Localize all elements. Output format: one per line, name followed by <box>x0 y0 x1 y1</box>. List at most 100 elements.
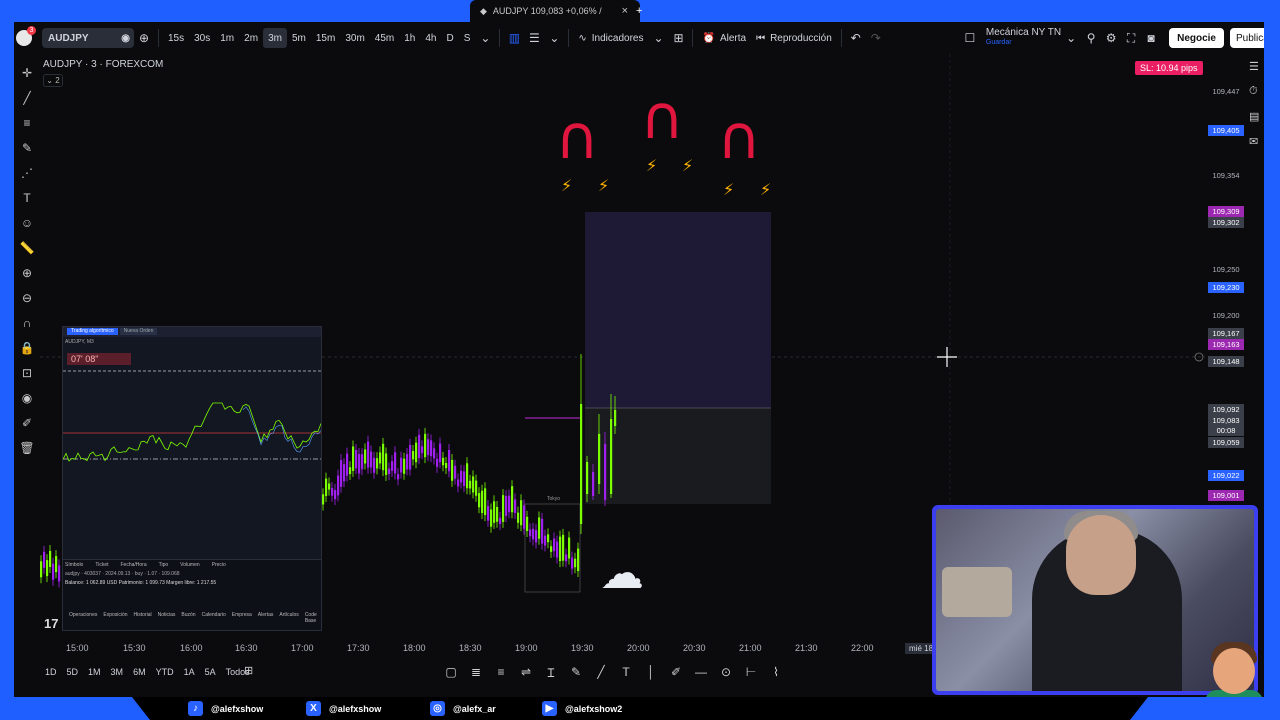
mt-bottom-tab[interactable]: Calendario <box>202 612 226 624</box>
metatrader-window[interactable]: Trading algorítmico Nueva Orden AUDJPY, M… <box>62 326 322 631</box>
mt-bottom-tab[interactable]: Empresa <box>232 612 252 624</box>
trash-icon[interactable]: 🗑 <box>17 437 37 459</box>
time-axis[interactable]: 15:00 15:30 16:00 16:30 17:00 17:30 18:00 18:30… <box>40 643 930 657</box>
trade-button[interactable]: Negocie <box>1169 28 1224 48</box>
user-menu-icon[interactable]: 3 <box>16 26 36 46</box>
mt-bottom-tab[interactable]: Noticias <box>158 612 176 624</box>
layout-name-button[interactable]: Mecánica NY TN Guardar <box>986 28 1061 48</box>
premium-zone-box[interactable] <box>585 212 771 408</box>
undo-icon[interactable]: ↶ <box>846 28 866 48</box>
indicators-dropdown-icon[interactable]: ⌄ <box>648 28 668 48</box>
rectangle-tool-icon[interactable]: ▢ <box>440 662 462 682</box>
timeframe-30s[interactable]: 30s <box>189 28 215 48</box>
chart-type-dropdown-icon[interactable]: ⌄ <box>544 28 564 48</box>
mt-tab[interactable]: Nueva Orden <box>119 328 158 335</box>
parallel-channel-icon[interactable]: ≡ <box>490 662 512 682</box>
range-ytd[interactable]: YTD <box>151 667 179 677</box>
indicators-button[interactable]: ∿ Indicadores <box>573 28 648 48</box>
timeframe-3m[interactable]: 3m <box>263 28 287 48</box>
pattern-icon[interactable]: ⋰ <box>17 162 37 184</box>
mt-bottom-tab[interactable]: Buzón <box>181 612 195 624</box>
text-icon[interactable]: T <box>615 662 637 682</box>
timeframe-4h[interactable]: 4h <box>420 28 441 48</box>
vertical-text-icon[interactable]: Ɪ <box>540 662 562 682</box>
bar-style-icon[interactable]: ☰ <box>524 28 544 48</box>
watchlist-icon[interactable]: ☰ <box>1249 60 1263 73</box>
symbol-search-button[interactable]: AUDJPY ◉ <box>42 28 134 48</box>
new-tab-icon[interactable]: + <box>636 5 642 17</box>
data-window-icon[interactable]: ▤ <box>1249 110 1263 123</box>
settings-gear-icon[interactable]: ⚙ <box>1101 28 1121 48</box>
camera-snapshot-icon[interactable]: ◙ <box>1141 28 1161 48</box>
layout-square-icon[interactable]: ☐ <box>960 28 980 48</box>
range-5a[interactable]: 5A <box>200 667 221 677</box>
mt-tab[interactable]: Trading algorítmico <box>67 328 118 335</box>
magnet-tool-icon[interactable]: ∩ <box>17 312 37 334</box>
timeframe-5m[interactable]: 5m <box>287 28 311 48</box>
price-scale[interactable]: 109,447 109,405 109,354 109,309 109,302 109,2… <box>1205 54 1247 504</box>
brush-icon[interactable]: ✎ <box>17 137 37 159</box>
trend-line-icon[interactable]: ╱ <box>17 87 37 109</box>
legend-collapse-button[interactable]: ⌄ 2 <box>43 74 63 87</box>
ruler-icon[interactable]: 📏 <box>17 237 37 259</box>
timeframe-dropdown-icon[interactable]: ⌄ <box>475 28 495 48</box>
timeframe-1m[interactable]: 1m <box>215 28 239 48</box>
timeframe-45m[interactable]: 45m <box>370 28 399 48</box>
visibility-eye-icon[interactable]: ◉ <box>17 387 37 409</box>
stop-loss-badge[interactable]: SL: 10.94 pips <box>1135 61 1203 75</box>
target-icon[interactable]: ⊙ <box>715 662 737 682</box>
zoom-in-icon[interactable]: ⊕ <box>17 262 37 284</box>
replay-button[interactable]: ⏮ Reproducción <box>751 28 837 48</box>
range-6m[interactable]: 6M <box>128 667 151 677</box>
alert-button[interactable]: ⏰ Alerta <box>697 28 751 48</box>
discount-zone-box[interactable] <box>585 408 771 504</box>
quick-search-icon[interactable]: ⚲ <box>1081 28 1101 48</box>
templates-grid-icon[interactable]: ⊞ <box>668 28 688 48</box>
timeframe-S[interactable]: S <box>459 28 476 48</box>
mt-bottom-tab[interactable]: Operaciones <box>69 612 97 624</box>
social-handle[interactable]: ◎ @alefx_ar <box>430 701 496 716</box>
social-handle[interactable]: X @alefxshow <box>306 701 381 716</box>
mt-bottom-tab[interactable]: Code Base <box>305 612 317 624</box>
chat-icon[interactable]: ✉ <box>1249 135 1263 148</box>
compare-plus-icon[interactable]: ⊕ <box>134 28 154 48</box>
mt-bottom-tab[interactable]: Exposición <box>103 612 127 624</box>
chart-legend[interactable]: AUDJPY · 3 · FOREXCOM <box>43 59 163 70</box>
alerts-clock-icon[interactable]: ⏱ <box>1249 85 1263 98</box>
mt-bottom-tab[interactable]: Alertas <box>258 612 274 624</box>
crosshair-icon[interactable]: ✛ <box>17 62 37 84</box>
zoom-out-icon[interactable]: ⊖ <box>17 287 37 309</box>
layout-dropdown-icon[interactable]: ⌄ <box>1061 28 1081 48</box>
timeframe-2m[interactable]: 2m <box>239 28 263 48</box>
browser-tab[interactable]: ◆ AUDJPY 109,083 +0,06% / × + <box>470 0 642 22</box>
timeframe-D[interactable]: D <box>441 28 458 48</box>
path-icon[interactable]: ⌇ <box>765 662 787 682</box>
horizontal-ray-icon[interactable]: — <box>690 662 712 682</box>
range-5d[interactable]: 5D <box>62 667 84 677</box>
long-position-icon[interactable]: ⊢ <box>740 662 762 682</box>
text-tool-icon[interactable]: T <box>17 187 37 209</box>
candle-type-icon[interactable]: ▥ <box>504 28 524 48</box>
symbol-info-icon[interactable]: ◉ <box>121 33 130 44</box>
goto-date-icon[interactable]: ⊞ <box>244 664 253 677</box>
publish-button[interactable]: Publicar <box>1230 28 1264 48</box>
range-3m[interactable]: 3M <box>106 667 129 677</box>
mt-bottom-tab[interactable]: Artículos <box>279 612 298 624</box>
range-1d[interactable]: 1D <box>40 667 62 677</box>
stay-drawing-icon[interactable]: ✐ <box>17 412 37 434</box>
redo-icon[interactable]: ↷ <box>866 28 886 48</box>
fib-icon[interactable]: ≡ <box>17 112 37 134</box>
horizontal-lines-icon[interactable]: ⇌ <box>515 662 537 682</box>
lock-icon[interactable]: ⊡ <box>17 362 37 384</box>
timeframe-15s[interactable]: 15s <box>163 28 189 48</box>
brush-tool-icon[interactable]: ✐ <box>665 662 687 682</box>
range-1a[interactable]: 1A <box>179 667 200 677</box>
ray-icon[interactable]: ╱ <box>590 662 612 682</box>
lock-drawings-icon[interactable]: 🔒 <box>17 337 37 359</box>
mt-bottom-tab[interactable]: Historial <box>134 612 152 624</box>
range-1m[interactable]: 1M <box>83 667 106 677</box>
pen-icon[interactable]: ✎ <box>565 662 587 682</box>
social-handle[interactable]: ▶ @alefxshow2 <box>542 701 622 716</box>
emoji-icon[interactable]: ☺ <box>17 212 37 234</box>
timeframe-30m[interactable]: 30m <box>340 28 369 48</box>
